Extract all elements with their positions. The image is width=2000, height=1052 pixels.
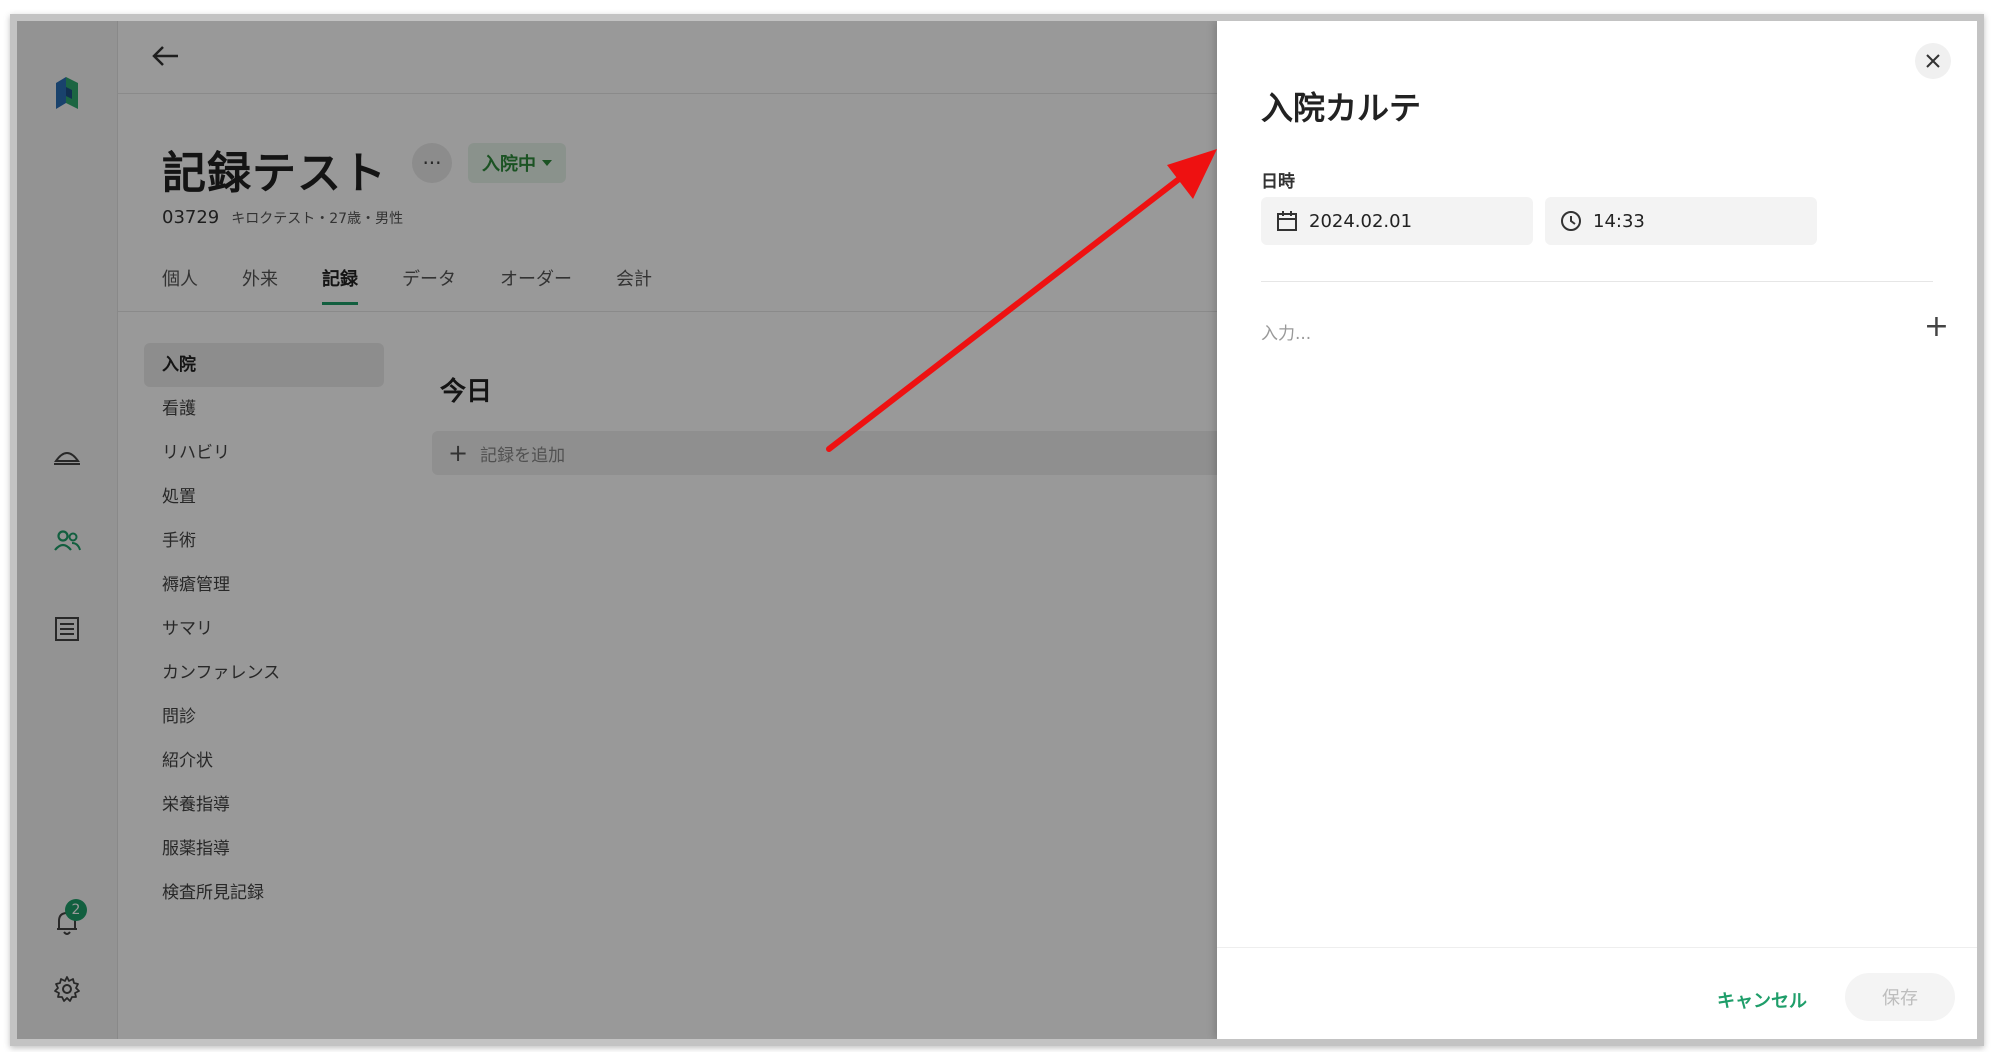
record-side-panel: 入院カルテ 日時 2024.02.01 14:33 入力... + キャンセル … <box>1217 21 1977 1039</box>
clock-icon <box>1559 209 1583 233</box>
time-value: 14:33 <box>1593 210 1645 232</box>
calendar-icon <box>1275 209 1299 233</box>
panel-title: 入院カルテ <box>1261 89 1422 127</box>
datetime-label: 日時 <box>1261 172 1295 192</box>
record-input[interactable]: 入力... <box>1261 319 1311 344</box>
modal-backdrop[interactable] <box>17 21 1217 1039</box>
panel-footer <box>1217 947 1977 948</box>
screenshot-frame: 2 記録テスト ··· 入院中 03729 キロクテスト・27歳・男性 個人 外… <box>10 14 1984 1046</box>
save-button[interactable]: 保存 <box>1845 973 1955 1021</box>
date-value: 2024.02.01 <box>1309 210 1413 232</box>
add-item-plus-icon[interactable]: + <box>1924 309 1949 344</box>
app-window: 2 記録テスト ··· 入院中 03729 キロクテスト・27歳・男性 個人 外… <box>17 21 1977 1039</box>
cancel-button[interactable]: キャンセル <box>1717 987 1807 1013</box>
panel-divider <box>1261 281 1933 282</box>
close-icon <box>1926 54 1940 68</box>
time-field[interactable]: 14:33 <box>1545 197 1817 245</box>
date-field[interactable]: 2024.02.01 <box>1261 197 1533 245</box>
close-button[interactable] <box>1915 43 1951 79</box>
